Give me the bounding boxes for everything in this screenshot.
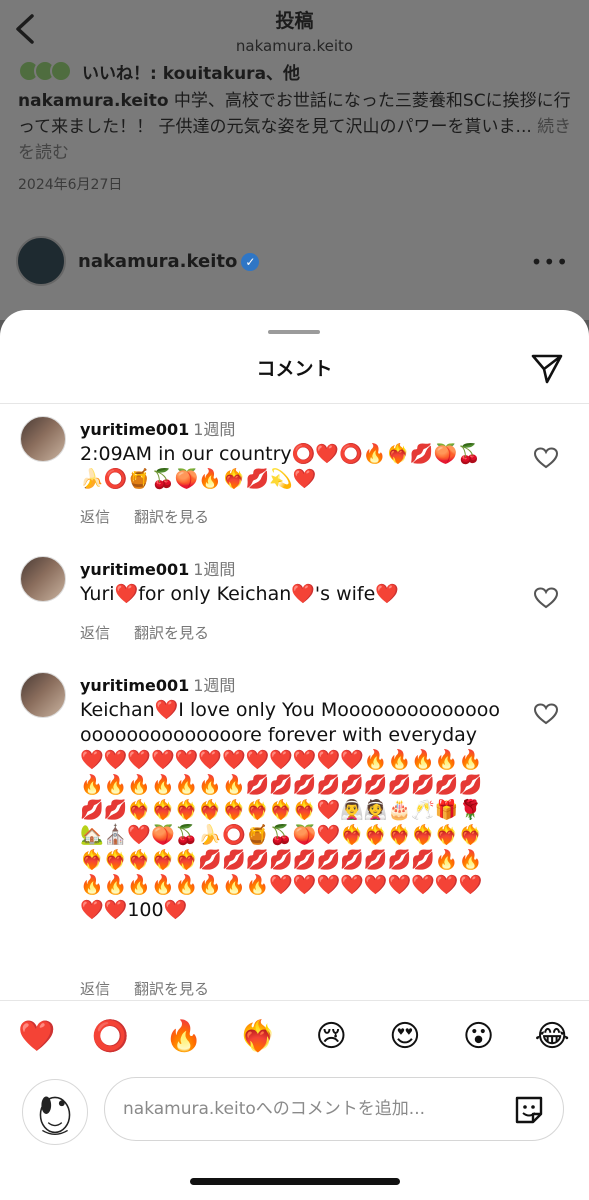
liker-avatars bbox=[18, 60, 72, 82]
comment-input[interactable] bbox=[123, 1094, 493, 1124]
avatar[interactable] bbox=[20, 416, 66, 462]
sheet-divider bbox=[0, 403, 589, 404]
reply-button[interactable]: 返信 bbox=[80, 624, 110, 642]
comment-composer bbox=[22, 1075, 567, 1147]
avatar[interactable] bbox=[16, 236, 66, 286]
comment-actions: 返信 翻訳を見る bbox=[80, 506, 233, 527]
reaction-heart-on-fire[interactable]: ❤️‍🔥 bbox=[233, 1019, 283, 1054]
avatar[interactable] bbox=[20, 556, 66, 602]
quick-reaction-bar: ❤️ ⭕ 🔥 ❤️‍🔥 😢 😍 😮 😂 bbox=[0, 1010, 589, 1062]
comment-item: yuritime001 1週間 Keichan❤️I love only You … bbox=[0, 672, 589, 1002]
reaction-surprised-face[interactable]: 😮 bbox=[454, 1019, 504, 1054]
comment-time: 1週間 bbox=[193, 676, 236, 695]
comment-actions: 返信 翻訳を見る bbox=[80, 978, 233, 999]
comment-time: 1週間 bbox=[193, 560, 236, 579]
like-heart-icon[interactable] bbox=[533, 586, 559, 610]
caption-username[interactable]: nakamura.keito bbox=[18, 91, 169, 111]
likes-row[interactable]: いいね！: kouitakura、他 bbox=[18, 60, 301, 84]
see-translation-button[interactable]: 翻訳を見る bbox=[134, 508, 209, 526]
comments-sheet: コメント yuritime001 1週間 2:09AM in our countr… bbox=[0, 310, 589, 1200]
see-translation-button[interactable]: 翻訳を見る bbox=[134, 624, 209, 642]
comment-username[interactable]: yuritime001 bbox=[80, 676, 189, 695]
comment-input-box bbox=[104, 1077, 564, 1141]
comment-username[interactable]: yuritime001 bbox=[80, 560, 189, 579]
reply-button[interactable]: 返信 bbox=[80, 508, 110, 526]
like-heart-icon[interactable] bbox=[533, 702, 559, 726]
comment-header: yuritime001 1週間 bbox=[80, 672, 235, 696]
next-post-author[interactable]: nakamura.keito ✓ bbox=[16, 236, 260, 286]
comment-username[interactable]: yuritime001 bbox=[80, 420, 189, 439]
post-background: 投稿 nakamura.keito いいね！: kouitakura、他 nak… bbox=[0, 0, 589, 320]
snoopy-avatar-icon[interactable] bbox=[22, 1079, 88, 1145]
comment-text: Yuri❤️for only Keichan❤️'s wife❤️ bbox=[80, 583, 399, 605]
reply-button[interactable]: 返信 bbox=[80, 980, 110, 998]
see-translation-button[interactable]: 翻訳を見る bbox=[134, 980, 209, 998]
comment-text: 2:09AM in our country⭕❤️⭕🔥❤️‍🔥💋🍑🍒🍌⭕🍯🍒🍑🔥❤… bbox=[80, 443, 481, 490]
comment-item: yuritime001 1週間 Yuri❤️for only Keichan❤️'… bbox=[0, 556, 589, 646]
comment-item: yuritime001 1週間 2:09AM in our country⭕❤️⭕… bbox=[0, 416, 589, 536]
sheet-grabber[interactable] bbox=[268, 330, 320, 334]
page-title: 投稿 bbox=[275, 10, 314, 32]
comment-actions: 返信 翻訳を見る bbox=[80, 622, 233, 643]
verified-badge-icon: ✓ bbox=[241, 253, 260, 271]
post-header: 投稿 nakamura.keito bbox=[0, 0, 589, 62]
reaction-red-heart[interactable]: ❤️ bbox=[12, 1019, 62, 1054]
liker-avatar bbox=[50, 60, 72, 82]
more-options-icon[interactable]: ••• bbox=[531, 250, 569, 274]
likes-text: いいね！: kouitakura、他 bbox=[82, 63, 301, 84]
comment-time: 1週間 bbox=[193, 420, 236, 439]
reaction-crying-face[interactable]: 😢 bbox=[306, 1019, 356, 1054]
post-caption: nakamura.keito 中学、高校でお世話になった三菱養和SCに挨拶に行っ… bbox=[18, 88, 578, 166]
comment-header: yuritime001 1週間 bbox=[80, 416, 235, 440]
reaction-fire[interactable]: 🔥 bbox=[159, 1019, 209, 1054]
reaction-divider bbox=[0, 1000, 589, 1001]
next-author-name[interactable]: nakamura.keito bbox=[78, 251, 237, 272]
share-send-icon[interactable] bbox=[529, 350, 565, 386]
post-date: 2024年6月27日 bbox=[18, 177, 123, 193]
reaction-red-circle[interactable]: ⭕ bbox=[85, 1019, 135, 1054]
comment-text: Keichan❤️I love only You Moooooooooooooo… bbox=[80, 699, 500, 921]
reaction-laughing-face[interactable]: 😂 bbox=[527, 1019, 577, 1054]
sheet-title: コメント bbox=[256, 358, 333, 380]
page-subtitle: nakamura.keito bbox=[235, 37, 354, 55]
reaction-heart-eyes[interactable]: 😍 bbox=[380, 1019, 430, 1054]
comment-header: yuritime001 1週間 bbox=[80, 556, 235, 580]
like-heart-icon[interactable] bbox=[533, 446, 559, 470]
avatar[interactable] bbox=[20, 672, 66, 718]
sticker-icon[interactable] bbox=[511, 1092, 547, 1128]
home-indicator[interactable] bbox=[190, 1178, 400, 1185]
